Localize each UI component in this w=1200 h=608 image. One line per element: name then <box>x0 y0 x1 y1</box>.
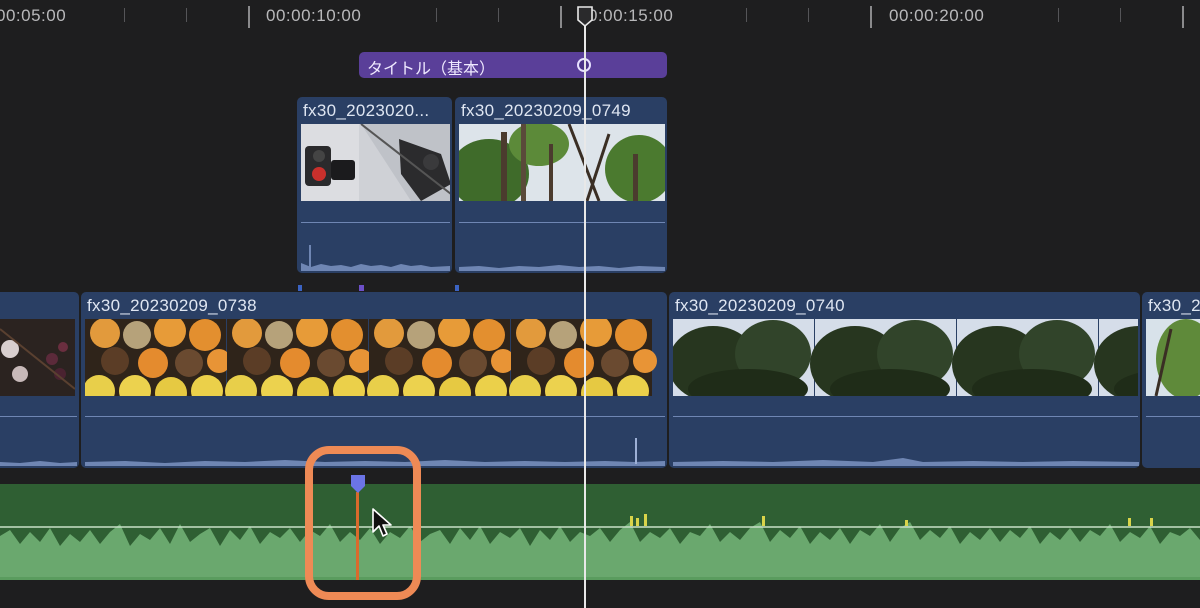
timecode-label: 00:05:00 <box>0 6 67 25</box>
clip-thumbnails <box>85 319 665 396</box>
ruler-tick <box>1120 8 1121 22</box>
traffic-light-thumbnail <box>301 124 450 201</box>
primary-video-clip[interactable]: fx30_20230209_0740 <box>669 292 1140 468</box>
highlight-annotation <box>305 446 421 600</box>
mouse-cursor-icon <box>372 508 392 537</box>
clip-thumbnails <box>1146 319 1200 396</box>
ruler-tick <box>498 8 499 22</box>
clip-thumbnails <box>301 124 450 201</box>
branches-thumbnail <box>1146 319 1200 396</box>
clip-thumbnails <box>0 319 77 396</box>
audio-volume-line[interactable] <box>85 416 665 417</box>
music-waveform <box>0 514 1200 580</box>
clip-name: fx30_20230209_0749 <box>461 101 631 120</box>
timecode-label: 00:00:20:00 <box>889 6 985 25</box>
citrus-fruit-thumbnail <box>85 319 657 396</box>
clip-name: fx30_20230209_0738 <box>87 296 257 315</box>
ruler-tick <box>560 6 562 28</box>
audio-volume-line[interactable] <box>1146 416 1200 417</box>
connection-point <box>359 285 364 291</box>
connection-point <box>455 285 459 291</box>
playhead-handle-icon[interactable] <box>576 6 594 28</box>
clip-name: fx30_2023020... <box>303 101 430 120</box>
primary-video-clip[interactable] <box>0 292 79 468</box>
ruler-tick <box>248 6 250 28</box>
ruler-tick <box>746 8 747 22</box>
audio-volume-line[interactable] <box>673 416 1138 417</box>
clip-thumbnails <box>459 124 665 201</box>
background-music-clip[interactable] <box>0 475 1200 580</box>
ruler-tick <box>870 6 872 28</box>
connected-video-clip[interactable]: fx30_20230209_0749 <box>455 97 667 273</box>
audio-waveform <box>301 245 450 271</box>
audio-volume-line[interactable] <box>0 416 77 417</box>
connected-video-clip[interactable]: fx30_2023020... <box>297 97 452 273</box>
clip-name: fx30_2 <box>1148 296 1200 315</box>
primary-video-clip[interactable]: fx30_20230209_0738 <box>81 292 667 468</box>
ruler-tick <box>124 8 125 22</box>
ruler-tick <box>1182 6 1184 28</box>
audio-waveform <box>673 458 1139 466</box>
playhead-line[interactable] <box>584 8 586 608</box>
timecode-label: 00:00:10:00 <box>266 6 362 25</box>
ruler-tick <box>1058 8 1059 22</box>
clip-thumbnails <box>673 319 1138 396</box>
tree-canopy-thumbnail <box>673 319 1138 396</box>
blossom-thumbnail <box>0 319 76 396</box>
ruler-tick <box>808 8 809 22</box>
clip-name: fx30_20230209_0740 <box>675 296 845 315</box>
timeline-ruler[interactable]: 00:05:00 00:00:10:00 00:00:15:00 00:00:2… <box>0 0 1200 36</box>
forest-trees-thumbnail <box>459 124 665 201</box>
primary-video-clip[interactable]: fx30_2 <box>1142 292 1200 468</box>
audio-waveform <box>459 265 665 271</box>
title-clip[interactable]: タイトル（基本） <box>359 52 667 78</box>
ruler-tick <box>436 8 437 22</box>
connection-point <box>298 285 302 291</box>
audio-volume-line[interactable] <box>459 222 665 223</box>
audio-waveform <box>0 461 77 466</box>
audio-volume-line[interactable] <box>301 222 450 223</box>
ruler-tick <box>186 8 187 22</box>
title-clip-label: タイトル（基本） <box>367 61 496 78</box>
